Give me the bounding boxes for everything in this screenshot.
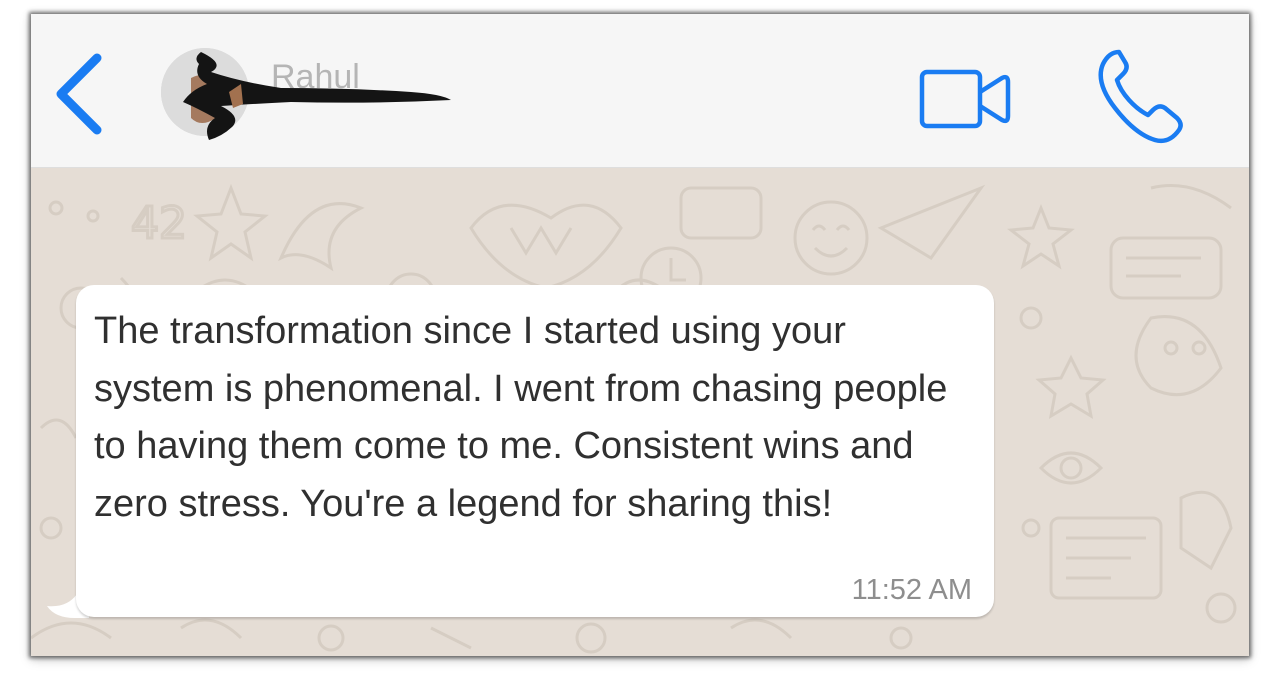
message-timestamp: 11:52 AM bbox=[851, 574, 972, 606]
message-bubble[interactable]: The transformation since I started using… bbox=[76, 285, 994, 617]
svg-text:42: 42 bbox=[131, 198, 187, 249]
chat-header: Rahul bbox=[31, 14, 1249, 168]
video-camera-icon bbox=[919, 69, 1011, 129]
message-text: The transformation since I started using… bbox=[94, 310, 948, 525]
chevron-left-icon bbox=[56, 53, 102, 135]
voice-call-button[interactable] bbox=[1093, 46, 1193, 146]
chat-window: Rahul 42 The transformation since I star… bbox=[31, 14, 1249, 656]
video-call-button[interactable] bbox=[916, 66, 1016, 132]
avatar[interactable] bbox=[161, 48, 249, 136]
back-button[interactable] bbox=[51, 52, 111, 136]
avatar-photo bbox=[161, 48, 249, 136]
phone-icon bbox=[1098, 49, 1183, 144]
contact-name[interactable]: Rahul bbox=[271, 58, 360, 97]
